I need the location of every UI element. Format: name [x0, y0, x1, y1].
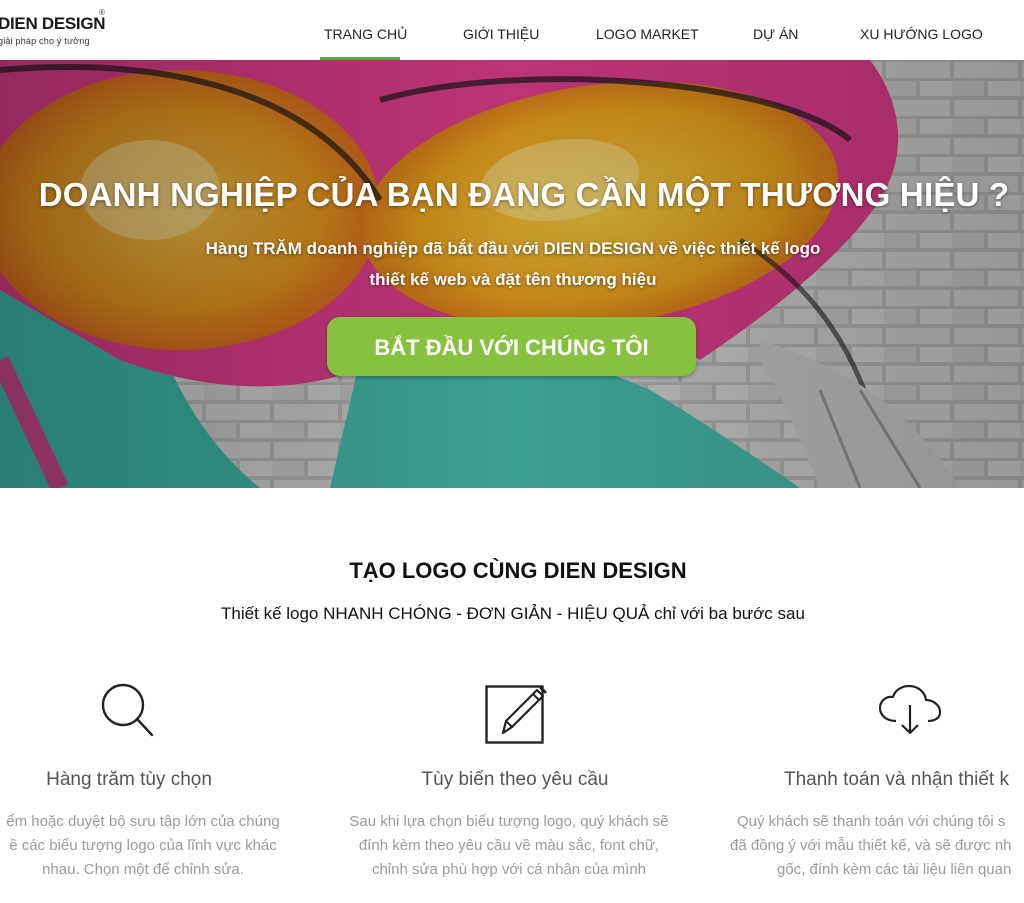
- search-icon: [101, 683, 154, 737]
- cloud-download-icon: [878, 685, 942, 735]
- feature-description: Quý khách sẽ thanh toán với chúng tôi s …: [730, 810, 1024, 882]
- feature-desc-line: ểm hoặc duyệt bộ sưu tập lớn của chúng: [6, 813, 280, 830]
- section-title: TẠO LOGO CÙNG DIEN DESIGN: [349, 558, 687, 583]
- section-subtitle: Thiết kế logo NHANH CHÓNG - ĐƠN GIẢN - H…: [221, 604, 805, 623]
- feature-desc-line: đính kèm theo yêu cầu về màu sắc, font c…: [358, 837, 660, 854]
- feature-description: Sau khi lựa chọn biểu tượng logo, quý kh…: [336, 810, 682, 882]
- feature-desc-line: chỉnh sửa phù hợp với cá nhân của mình: [371, 861, 647, 878]
- hero-subtitle-line: thiết kế web và đặt tên thương hiệu: [369, 270, 657, 289]
- feature-desc-line: ề các biểu tượng logo của lĩnh vực khác: [9, 837, 277, 854]
- feature-desc-line: Quý khách sẽ thanh toán với chúng tôi s: [737, 813, 1006, 830]
- nav-item-logo-market[interactable]: LOGO MARKET: [596, 26, 699, 42]
- start-with-us-button[interactable]: BẮT ĐẦU VỚI CHÚNG TÔI: [327, 317, 696, 376]
- hero-banner: DOANH NGHIỆP CỦA BẠN ĐANG CẦN MỘT THƯƠNG…: [0, 60, 1024, 488]
- hero-title: DOANH NGHIỆP CỦA BẠN ĐANG CẦN MỘT THƯƠNG…: [38, 176, 1010, 213]
- logo-name: DIEN DESIGN: [0, 14, 106, 33]
- hero-subtitle-line: Hàng TRĂM doanh nghiệp đã bắt đầu với DI…: [205, 239, 821, 258]
- registered-mark: ®: [99, 8, 105, 17]
- edit-icon: [485, 685, 547, 744]
- feature-desc-line: đã đồng ý với mẫu thiết kế, và sẽ được n…: [730, 837, 1012, 854]
- feature-desc-line: Sau khi lựa chọn biểu tượng logo, quý kh…: [349, 813, 669, 830]
- nav-item-about[interactable]: GIỚI THIỆU: [463, 26, 539, 42]
- feature-description: ểm hoặc duyệt bộ sưu tập lớn của chúng ề…: [0, 810, 290, 882]
- site-logo[interactable]: DIEN DESIGN ® giải pháp cho ý tưởng: [0, 6, 110, 50]
- feature-title: Tùy biến theo yêu cầu: [421, 769, 609, 790]
- feature-title: Thanh toán và nhận thiết k: [784, 769, 1009, 790]
- feature-desc-line: gốc, đính kèm các tài liệu liên quan: [777, 861, 1012, 878]
- hero-subtitle: Hàng TRĂM doanh nghiệp đã bắt đầu với DI…: [0, 233, 1024, 295]
- nav-item-logo-trends[interactable]: XU HƯỚNG LOGO: [860, 26, 983, 42]
- site-header: DIEN DESIGN ® giải pháp cho ý tưởng TRAN…: [0, 0, 1024, 60]
- nav-item-home[interactable]: TRANG CHỦ: [324, 26, 407, 42]
- feature-desc-line: nhau. Chọn một để chỉnh sửa.: [42, 861, 244, 878]
- feature-title: Hàng trăm tùy chọn: [46, 769, 212, 790]
- nav-item-projects[interactable]: DỰ ÁN: [753, 26, 798, 42]
- logo-tagline: giải pháp cho ý tưởng: [0, 36, 90, 46]
